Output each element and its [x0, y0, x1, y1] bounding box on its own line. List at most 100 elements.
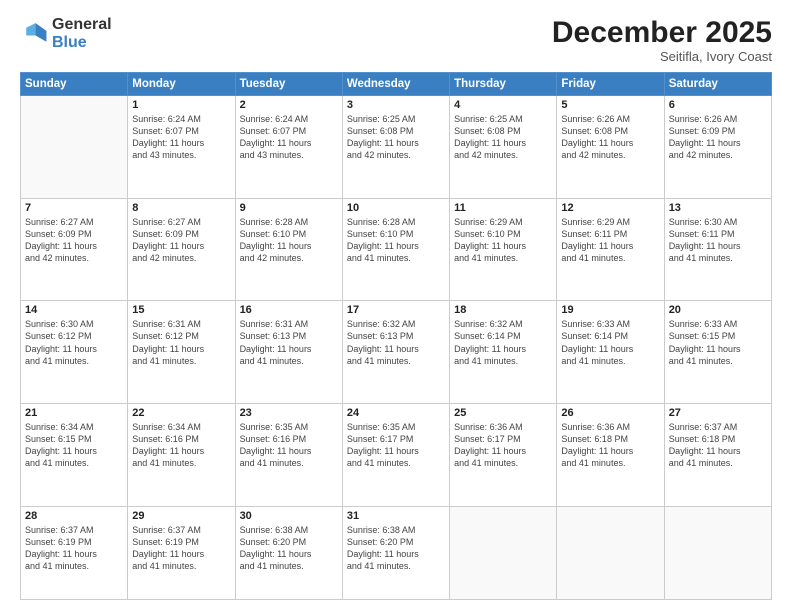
- table-row: 4Sunrise: 6:25 AM Sunset: 6:08 PM Daylig…: [450, 96, 557, 199]
- cell-info: Sunrise: 6:31 AM Sunset: 6:13 PM Dayligh…: [240, 318, 338, 367]
- cell-info: Sunrise: 6:37 AM Sunset: 6:19 PM Dayligh…: [132, 524, 230, 573]
- day-number: 10: [347, 202, 445, 214]
- cell-info: Sunrise: 6:24 AM Sunset: 6:07 PM Dayligh…: [132, 113, 230, 162]
- cell-info: Sunrise: 6:32 AM Sunset: 6:14 PM Dayligh…: [454, 318, 552, 367]
- table-row: 25Sunrise: 6:36 AM Sunset: 6:17 PM Dayli…: [450, 403, 557, 506]
- location: Seitifla, Ivory Coast: [552, 49, 772, 64]
- table-row: 21Sunrise: 6:34 AM Sunset: 6:15 PM Dayli…: [21, 403, 128, 506]
- cell-info: Sunrise: 6:25 AM Sunset: 6:08 PM Dayligh…: [454, 113, 552, 162]
- day-number: 13: [669, 202, 767, 214]
- day-number: 17: [347, 304, 445, 316]
- table-row: 28Sunrise: 6:37 AM Sunset: 6:19 PM Dayli…: [21, 506, 128, 599]
- day-number: 30: [240, 510, 338, 522]
- table-row: 27Sunrise: 6:37 AM Sunset: 6:18 PM Dayli…: [664, 403, 771, 506]
- calendar-week-row: 14 Sunrise: 6:30 AM Sunset: 6:12 PM Dayli…: [21, 301, 772, 404]
- day-number: 9: [240, 202, 338, 214]
- col-tuesday: Tuesday: [235, 73, 342, 96]
- day-number: 18: [454, 304, 552, 316]
- page: General Blue December 2025 Seitifla, Ivo…: [0, 0, 792, 612]
- cell-info: Sunrise: 6:36 AM Sunset: 6:18 PM Dayligh…: [561, 421, 659, 470]
- table-row: 18 Sunrise: 6:32 AM Sunset: 6:14 PM Dayli…: [450, 301, 557, 404]
- col-saturday: Saturday: [664, 73, 771, 96]
- cell-info: Sunrise: 6:30 AM Sunset: 6:12 PM Dayligh…: [25, 318, 123, 367]
- logo-icon: [20, 20, 48, 48]
- day-number: 21: [25, 407, 123, 419]
- day-number: 27: [669, 407, 767, 419]
- day-number: 1: [132, 99, 230, 111]
- cell-info: Sunrise: 6:37 AM Sunset: 6:19 PM Dayligh…: [25, 524, 123, 573]
- col-thursday: Thursday: [450, 73, 557, 96]
- table-row: 14 Sunrise: 6:30 AM Sunset: 6:12 PM Dayli…: [21, 301, 128, 404]
- cell-info: Sunrise: 6:31 AM Sunset: 6:12 PM Dayligh…: [132, 318, 230, 367]
- day-number: 26: [561, 407, 659, 419]
- logo: General Blue: [20, 16, 112, 51]
- logo-blue-label: Blue: [52, 34, 112, 52]
- cell-info: Sunrise: 6:29 AM Sunset: 6:11 PM Dayligh…: [561, 216, 659, 265]
- day-number: 14: [25, 304, 123, 316]
- cell-info: Sunrise: 6:27 AM Sunset: 6:09 PM Dayligh…: [132, 216, 230, 265]
- header: General Blue December 2025 Seitifla, Ivo…: [20, 16, 772, 64]
- cell-info: Sunrise: 6:32 AM Sunset: 6:13 PM Dayligh…: [347, 318, 445, 367]
- table-row: 29Sunrise: 6:37 AM Sunset: 6:19 PM Dayli…: [128, 506, 235, 599]
- logo-text: General Blue: [52, 16, 112, 51]
- table-row: 19Sunrise: 6:33 AM Sunset: 6:14 PM Dayli…: [557, 301, 664, 404]
- calendar-week-row: 1 Sunrise: 6:24 AM Sunset: 6:07 PM Daylig…: [21, 96, 772, 199]
- day-number: 3: [347, 99, 445, 111]
- day-number: 7: [25, 202, 123, 214]
- day-number: 31: [347, 510, 445, 522]
- table-row: 7Sunrise: 6:27 AM Sunset: 6:09 PM Daylig…: [21, 198, 128, 301]
- cell-info: Sunrise: 6:29 AM Sunset: 6:10 PM Dayligh…: [454, 216, 552, 265]
- day-number: 24: [347, 407, 445, 419]
- table-row: 9Sunrise: 6:28 AM Sunset: 6:10 PM Daylig…: [235, 198, 342, 301]
- cell-info: Sunrise: 6:25 AM Sunset: 6:08 PM Dayligh…: [347, 113, 445, 162]
- cell-info: Sunrise: 6:38 AM Sunset: 6:20 PM Dayligh…: [240, 524, 338, 573]
- table-row: 11 Sunrise: 6:29 AM Sunset: 6:10 PM Dayli…: [450, 198, 557, 301]
- table-row: 6Sunrise: 6:26 AM Sunset: 6:09 PM Daylig…: [664, 96, 771, 199]
- table-row: 5Sunrise: 6:26 AM Sunset: 6:08 PM Daylig…: [557, 96, 664, 199]
- day-number: 11: [454, 202, 552, 214]
- cell-info: Sunrise: 6:33 AM Sunset: 6:14 PM Dayligh…: [561, 318, 659, 367]
- table-row: 24 Sunrise: 6:35 AM Sunset: 6:17 PM Dayli…: [342, 403, 449, 506]
- table-row: 23 Sunrise: 6:35 AM Sunset: 6:16 PM Dayli…: [235, 403, 342, 506]
- cell-info: Sunrise: 6:26 AM Sunset: 6:08 PM Dayligh…: [561, 113, 659, 162]
- month-title: December 2025: [552, 16, 772, 49]
- table-row: 2 Sunrise: 6:24 AM Sunset: 6:07 PM Daylig…: [235, 96, 342, 199]
- cell-info: Sunrise: 6:38 AM Sunset: 6:20 PM Dayligh…: [347, 524, 445, 573]
- table-row: 22Sunrise: 6:34 AM Sunset: 6:16 PM Dayli…: [128, 403, 235, 506]
- day-number: 25: [454, 407, 552, 419]
- table-row: [664, 506, 771, 599]
- table-row: 17 Sunrise: 6:32 AM Sunset: 6:13 PM Dayli…: [342, 301, 449, 404]
- day-number: 23: [240, 407, 338, 419]
- calendar-week-row: 28Sunrise: 6:37 AM Sunset: 6:19 PM Dayli…: [21, 506, 772, 599]
- calendar-week-row: 21Sunrise: 6:34 AM Sunset: 6:15 PM Dayli…: [21, 403, 772, 506]
- calendar-table: Sunday Monday Tuesday Wednesday Thursday…: [20, 72, 772, 600]
- cell-info: Sunrise: 6:26 AM Sunset: 6:09 PM Dayligh…: [669, 113, 767, 162]
- day-number: 8: [132, 202, 230, 214]
- table-row: 13Sunrise: 6:30 AM Sunset: 6:11 PM Dayli…: [664, 198, 771, 301]
- day-number: 12: [561, 202, 659, 214]
- day-number: 20: [669, 304, 767, 316]
- day-number: 15: [132, 304, 230, 316]
- col-friday: Friday: [557, 73, 664, 96]
- cell-info: Sunrise: 6:35 AM Sunset: 6:17 PM Dayligh…: [347, 421, 445, 470]
- cell-info: Sunrise: 6:33 AM Sunset: 6:15 PM Dayligh…: [669, 318, 767, 367]
- table-row: 3 Sunrise: 6:25 AM Sunset: 6:08 PM Daylig…: [342, 96, 449, 199]
- col-wednesday: Wednesday: [342, 73, 449, 96]
- table-row: 30 Sunrise: 6:38 AM Sunset: 6:20 PM Dayli…: [235, 506, 342, 599]
- calendar-week-row: 7 Sunrise: 6:27 AM Sunset: 6:09 PM Daylig…: [21, 198, 772, 301]
- cell-info: Sunrise: 6:28 AM Sunset: 6:10 PM Dayligh…: [347, 216, 445, 265]
- table-row: 16 Sunrise: 6:31 AM Sunset: 6:13 PM Dayli…: [235, 301, 342, 404]
- day-number: 2: [240, 99, 338, 111]
- table-row: 1 Sunrise: 6:24 AM Sunset: 6:07 PM Daylig…: [128, 96, 235, 199]
- table-row: 20 Sunrise: 6:33 AM Sunset: 6:15 PM Dayli…: [664, 301, 771, 404]
- cell-info: Sunrise: 6:35 AM Sunset: 6:16 PM Dayligh…: [240, 421, 338, 470]
- col-sunday: Sunday: [21, 73, 128, 96]
- table-row: 15 Sunrise: 6:31 AM Sunset: 6:12 PM Dayli…: [128, 301, 235, 404]
- table-row: 12 Sunrise: 6:29 AM Sunset: 6:11 PM Dayli…: [557, 198, 664, 301]
- table-row: 31 Sunrise: 6:38 AM Sunset: 6:20 PM Dayli…: [342, 506, 449, 599]
- title-block: December 2025 Seitifla, Ivory Coast: [552, 16, 772, 64]
- day-number: 16: [240, 304, 338, 316]
- cell-info: Sunrise: 6:24 AM Sunset: 6:07 PM Dayligh…: [240, 113, 338, 162]
- col-monday: Monday: [128, 73, 235, 96]
- table-row: [557, 506, 664, 599]
